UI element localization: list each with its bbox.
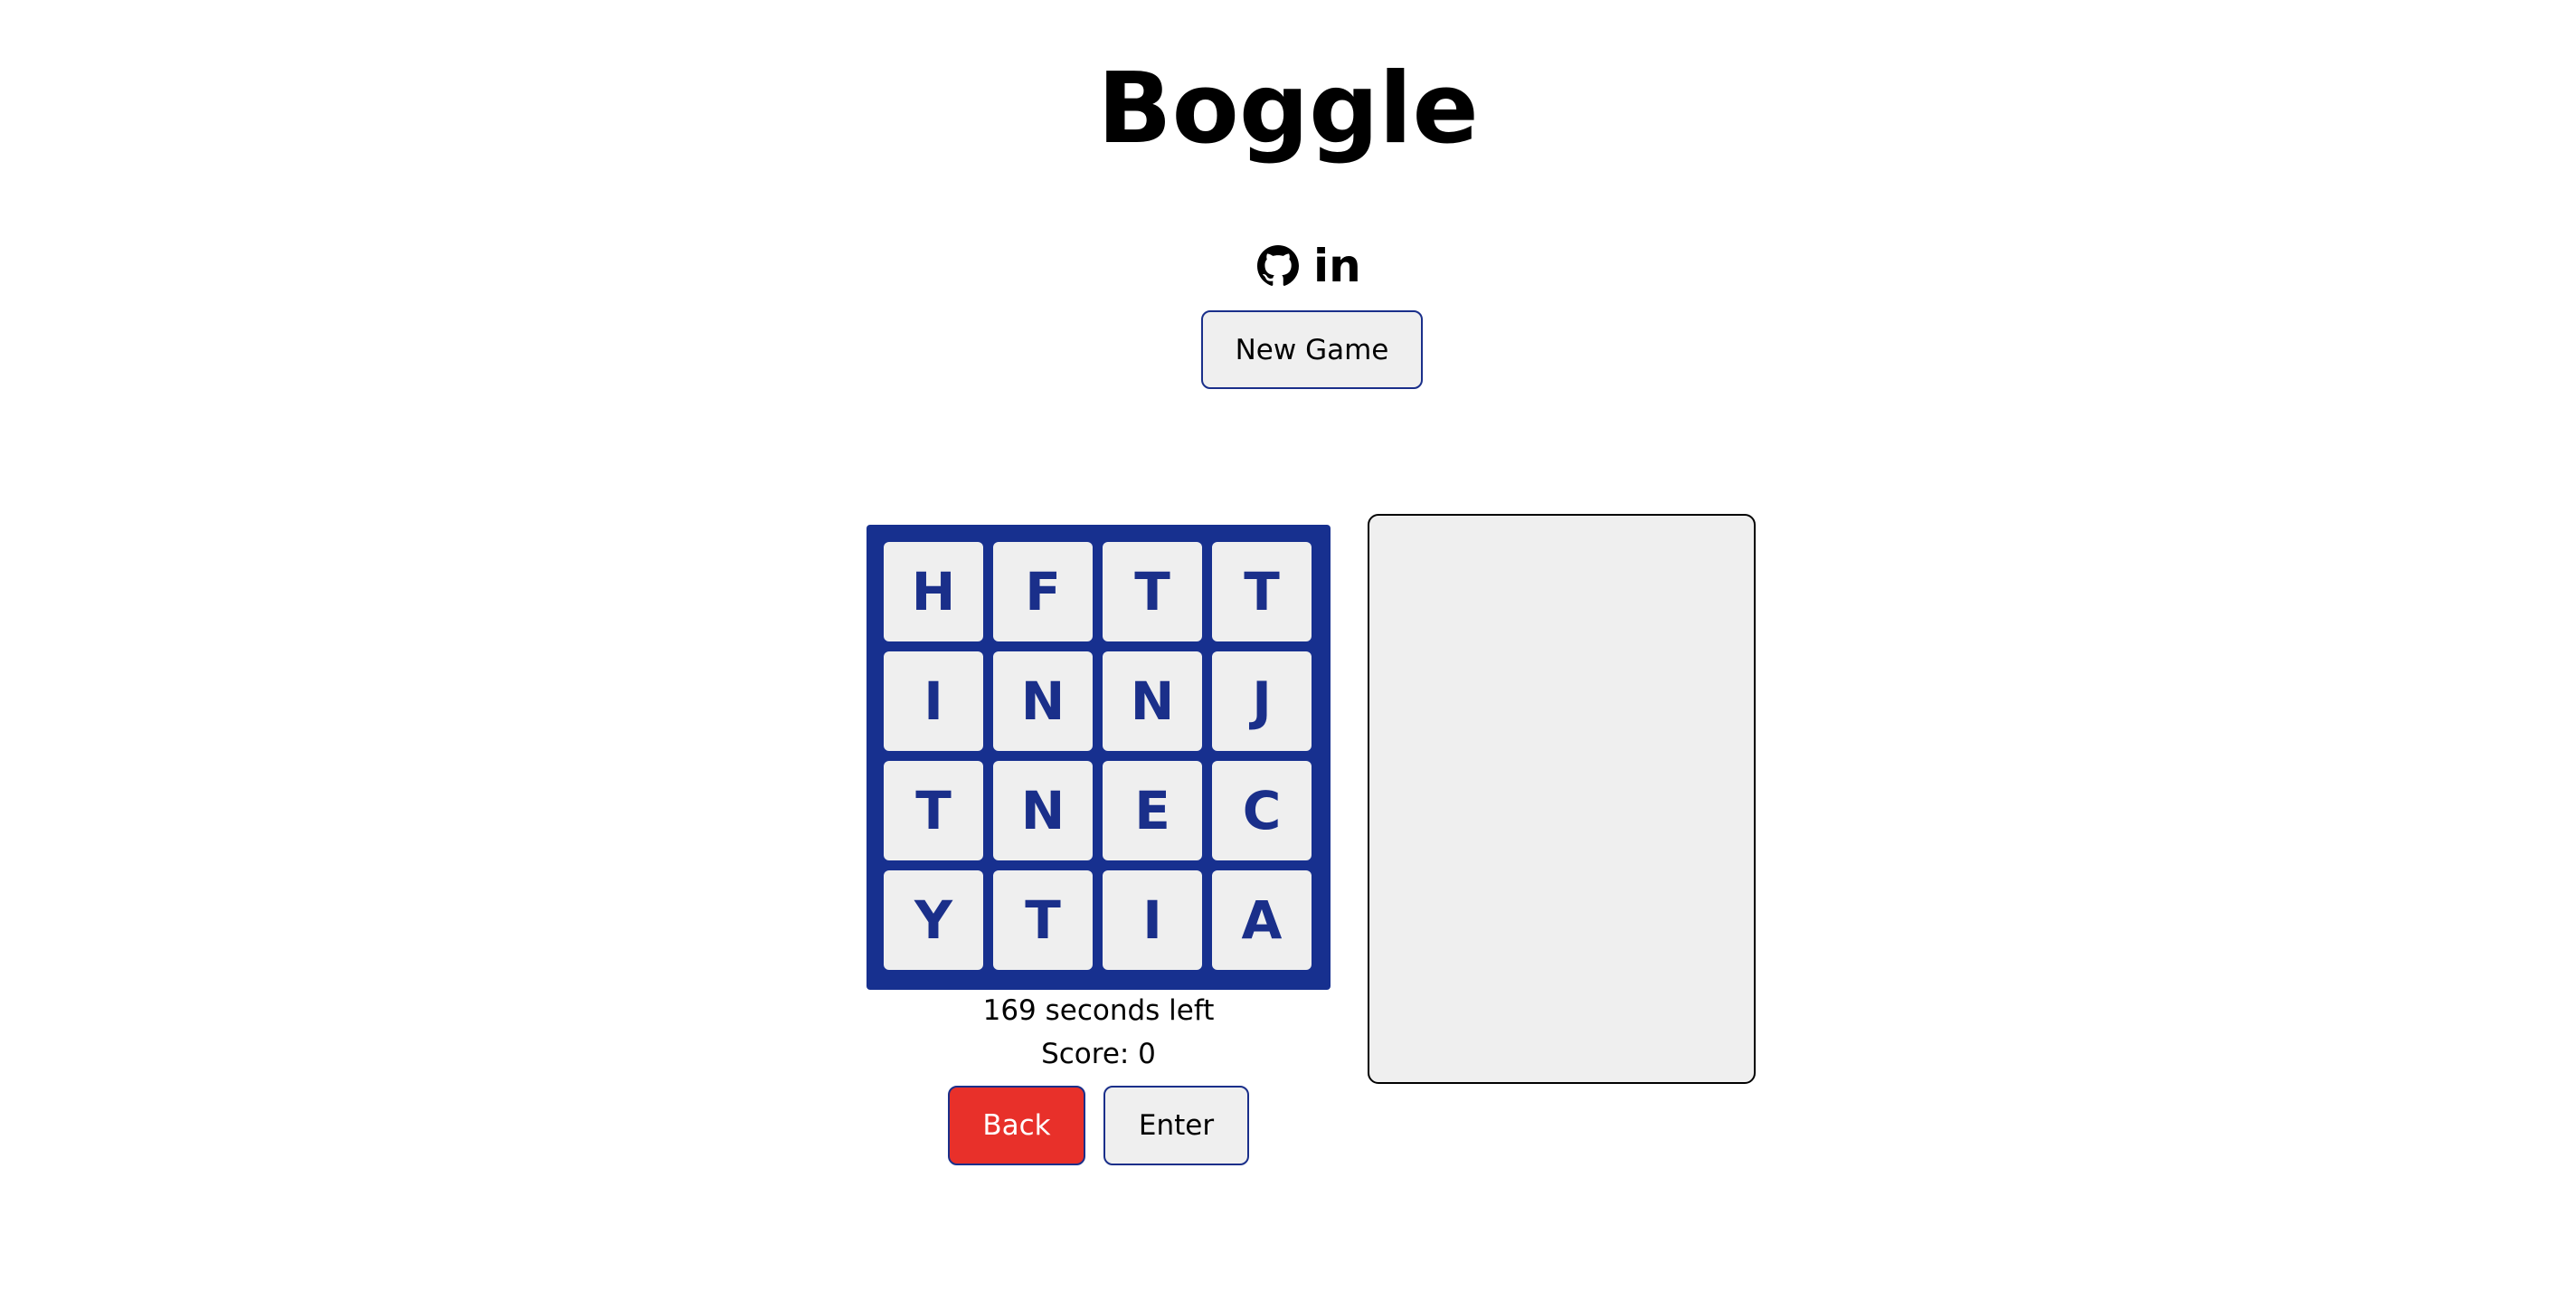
board-tile[interactable]: T: [993, 870, 1093, 970]
page-title: Boggle: [1097, 52, 1479, 166]
board-tile[interactable]: I: [884, 651, 983, 751]
board-tile[interactable]: T: [884, 761, 983, 860]
board-tile[interactable]: J: [1212, 651, 1312, 751]
score-text: Score: 0: [1041, 1038, 1156, 1070]
board-tile[interactable]: Y: [884, 870, 983, 970]
new-game-button[interactable]: New Game: [1201, 310, 1423, 389]
board-tile[interactable]: I: [1103, 870, 1202, 970]
found-words-panel: [1368, 514, 1756, 1084]
board-tile[interactable]: E: [1103, 761, 1202, 860]
github-icon[interactable]: [1257, 245, 1299, 287]
board-tile[interactable]: C: [1212, 761, 1312, 860]
social-links: in: [1257, 239, 1361, 293]
board-tile[interactable]: N: [993, 651, 1093, 751]
board-tile[interactable]: N: [1103, 651, 1202, 751]
board-tile[interactable]: T: [1103, 542, 1202, 641]
linkedin-icon[interactable]: in: [1313, 243, 1361, 289]
back-button[interactable]: Back: [948, 1086, 1085, 1165]
board-tile[interactable]: A: [1212, 870, 1312, 970]
enter-button[interactable]: Enter: [1103, 1086, 1249, 1165]
board-tile[interactable]: H: [884, 542, 983, 641]
board-tile[interactable]: T: [1212, 542, 1312, 641]
boggle-board: HFTTINNJTNECYTIA: [867, 525, 1331, 990]
board-tile[interactable]: N: [993, 761, 1093, 860]
timer-text: 169 seconds left: [982, 994, 1215, 1027]
board-tile[interactable]: F: [993, 542, 1093, 641]
